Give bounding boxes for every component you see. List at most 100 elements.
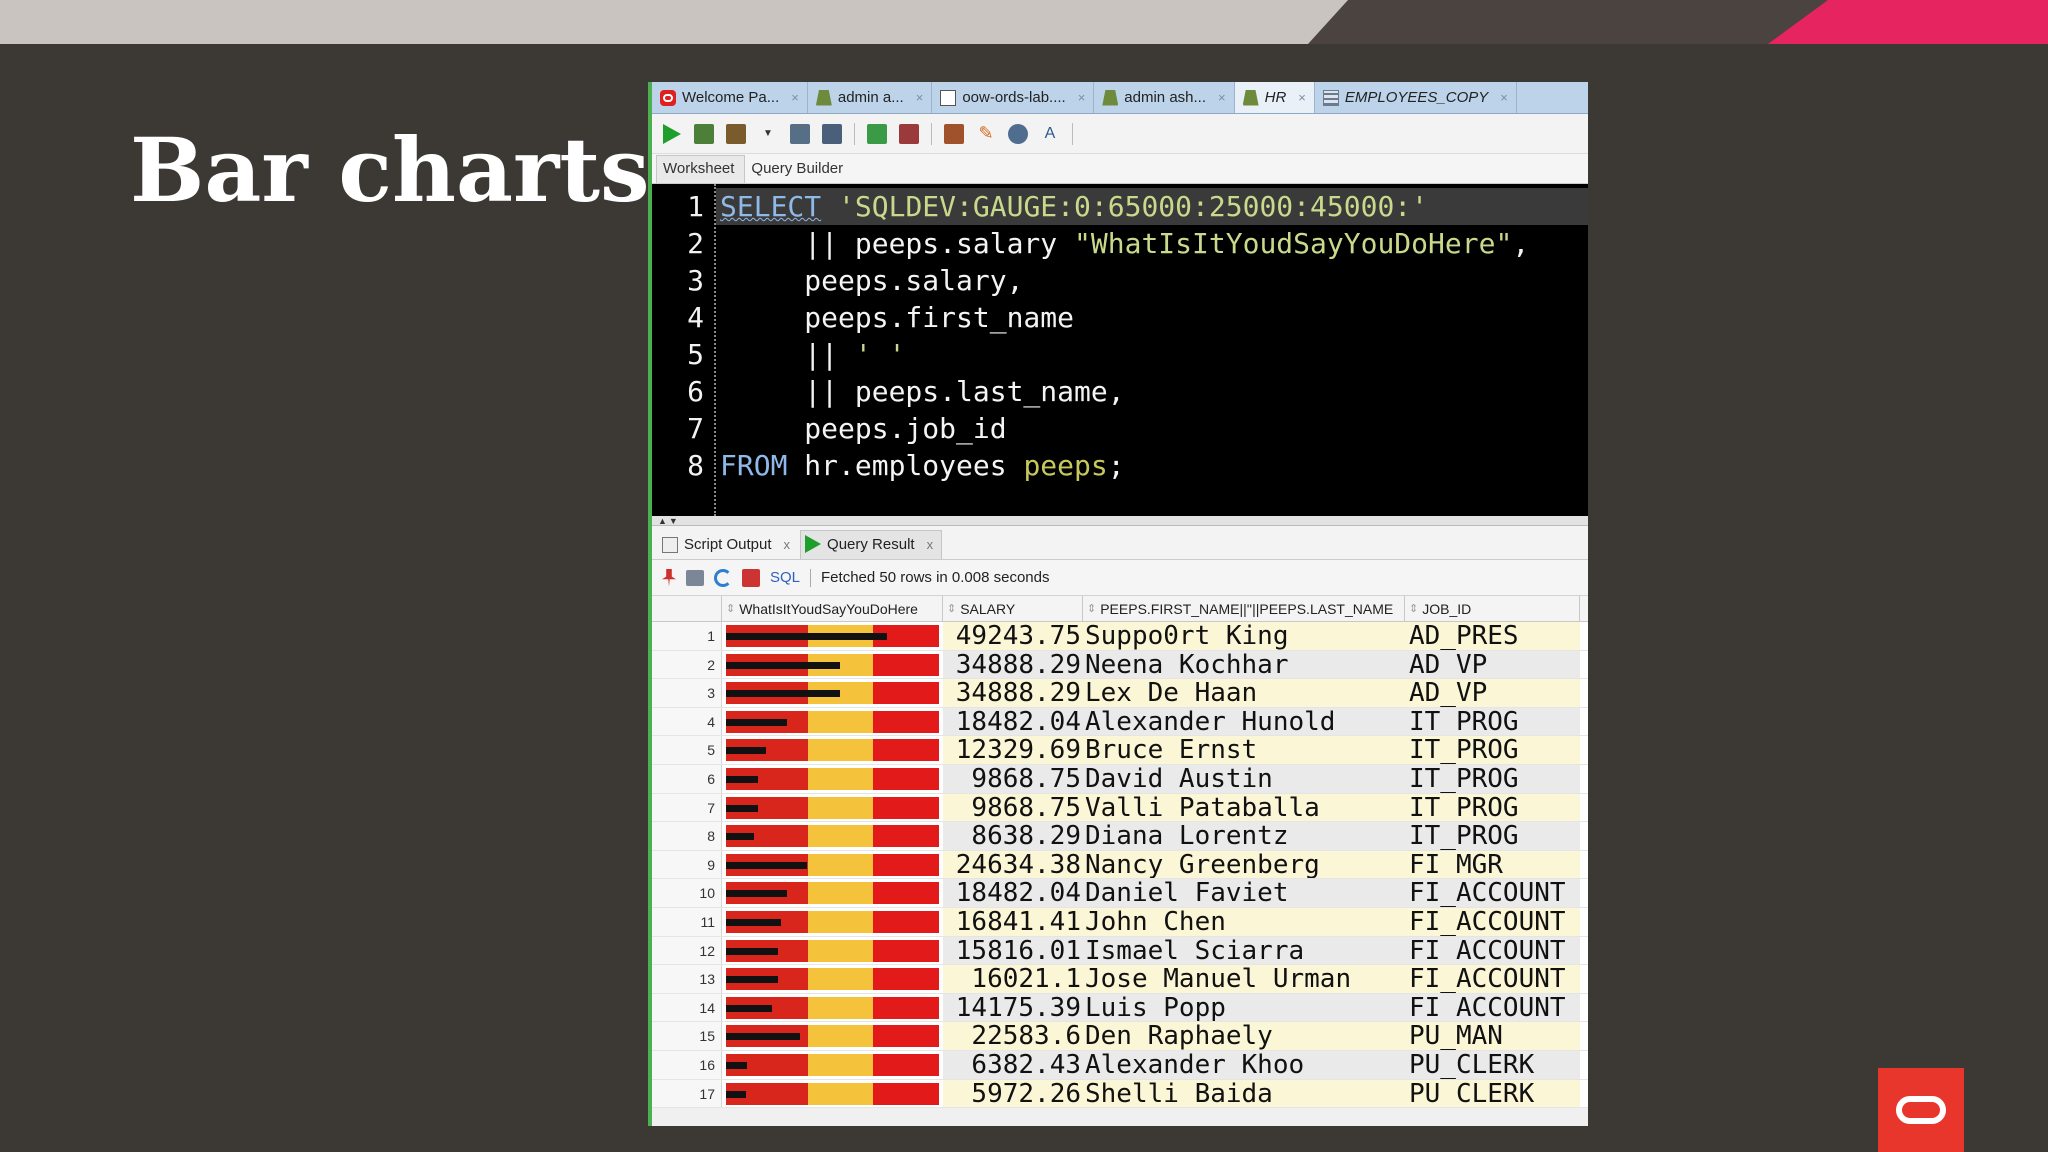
table-row[interactable]: 4 18482.04 Alexander Hunold IT_PROG xyxy=(652,707,1588,737)
salary-cell[interactable]: 9868.75 xyxy=(943,793,1083,822)
code-area[interactable]: SELECT 'SQLDEV:GAUGE:0:65000:25000:45000… xyxy=(716,184,1588,516)
column-header[interactable]: ⇕ JOB_ID xyxy=(1405,596,1580,621)
clear-button[interactable]: ✎ xyxy=(974,122,998,146)
salary-cell[interactable]: 18482.04 xyxy=(943,707,1083,736)
gauge-cell[interactable] xyxy=(722,764,943,793)
tab-script-output[interactable]: Script Output x xyxy=(658,532,798,559)
job-id-cell[interactable]: AD_PRES xyxy=(1405,622,1580,650)
name-cell[interactable]: Ismael Sciarra xyxy=(1083,936,1405,965)
row-number[interactable]: 12 xyxy=(652,936,722,965)
row-number[interactable]: 17 xyxy=(652,1079,722,1108)
table-row[interactable]: 15 22583.6 Den Raphaely PU_MAN xyxy=(652,1022,1588,1051)
job-id-cell[interactable]: PU_CLERK xyxy=(1405,1079,1580,1108)
salary-cell[interactable]: 34888.29 xyxy=(943,650,1083,679)
table-row[interactable]: 12 15816.01 Ismael Sciarra FI_ACCOUNT xyxy=(652,936,1588,966)
table-row[interactable]: 3 34888.29 Lex De Haan AD_VP xyxy=(652,679,1588,708)
tab-admin-ash[interactable]: admin ash... × xyxy=(1094,82,1235,113)
close-icon[interactable]: × xyxy=(916,90,924,105)
tab-query-result[interactable]: Query Result x xyxy=(800,530,943,559)
row-number[interactable]: 16 xyxy=(652,1050,722,1079)
collapse-arrows-icon[interactable]: ▲▼ xyxy=(658,516,680,526)
name-cell[interactable]: John Chen xyxy=(1083,907,1405,936)
table-row[interactable]: 7 9868.75 Valli Pataballa IT_PROG xyxy=(652,793,1588,823)
job-id-cell[interactable]: FI_MGR xyxy=(1405,850,1580,879)
table-row[interactable]: 14 14175.39 Luis Popp FI_ACCOUNT xyxy=(652,993,1588,1023)
format-button[interactable]: A xyxy=(1038,122,1062,146)
salary-cell[interactable]: 22583.6 xyxy=(943,1022,1083,1050)
job-id-cell[interactable]: IT_PROG xyxy=(1405,736,1580,764)
autotrace-button[interactable] xyxy=(724,122,748,146)
job-id-cell[interactable]: IT_PROG xyxy=(1405,793,1580,822)
gauge-cell[interactable] xyxy=(722,879,943,907)
name-cell[interactable]: David Austin xyxy=(1083,764,1405,793)
job-id-cell[interactable]: PU_MAN xyxy=(1405,1022,1580,1050)
gauge-cell[interactable] xyxy=(722,907,943,936)
commit-button[interactable] xyxy=(788,122,812,146)
row-number[interactable]: 7 xyxy=(652,793,722,822)
column-header[interactable]: ⇕ PEEPS.FIRST_NAME||''||PEEPS.LAST_NAME xyxy=(1083,596,1405,621)
tab-hr[interactable]: HR × xyxy=(1234,82,1315,113)
table-row[interactable]: 16 6382.43 Alexander Khoo PU_CLERK xyxy=(652,1050,1588,1080)
salary-cell[interactable]: 16841.41 xyxy=(943,907,1083,936)
gauge-cell[interactable] xyxy=(722,1022,943,1050)
table-row[interactable]: 13 16021.1 Jose Manuel Urman FI_ACCOUNT xyxy=(652,965,1588,994)
name-cell[interactable]: Valli Pataballa xyxy=(1083,793,1405,822)
tab-worksheet[interactable]: Worksheet xyxy=(656,155,746,183)
row-number[interactable]: 1 xyxy=(652,622,722,650)
row-number[interactable]: 4 xyxy=(652,707,722,736)
close-icon[interactable]: x xyxy=(784,537,791,552)
dropdown-button[interactable]: ▼ xyxy=(756,122,780,146)
row-number[interactable]: 6 xyxy=(652,764,722,793)
delete-icon[interactable] xyxy=(742,568,760,587)
gauge-cell[interactable] xyxy=(722,707,943,736)
column-header[interactable]: ⇕ WhatIsItYoudSayYouDoHere xyxy=(722,596,943,621)
gauge-cell[interactable] xyxy=(722,965,943,993)
table-row[interactable]: 6 9868.75 David Austin IT_PROG xyxy=(652,764,1588,794)
explain-plan-button[interactable] xyxy=(865,122,889,146)
column-header[interactable]: ⇕ SALARY xyxy=(943,596,1083,621)
row-number[interactable]: 10 xyxy=(652,879,722,907)
gauge-cell[interactable] xyxy=(722,736,943,764)
gauge-cell[interactable] xyxy=(722,793,943,822)
name-cell[interactable]: Shelli Baida xyxy=(1083,1079,1405,1108)
tab-oow-ords-lab[interactable]: oow-ords-lab.... × xyxy=(932,82,1095,113)
table-row[interactable]: 2 34888.29 Neena Kochhar AD_VP xyxy=(652,650,1588,680)
sql-button[interactable]: SQL xyxy=(770,569,800,586)
name-cell[interactable]: Lex De Haan xyxy=(1083,679,1405,707)
salary-cell[interactable]: 8638.29 xyxy=(943,822,1083,850)
salary-cell[interactable]: 24634.38 xyxy=(943,850,1083,879)
gauge-cell[interactable] xyxy=(722,1050,943,1079)
job-id-cell[interactable]: FI_ACCOUNT xyxy=(1405,993,1580,1022)
tab-query-builder[interactable]: Query Builder xyxy=(745,156,853,183)
gauge-cell[interactable] xyxy=(722,1079,943,1108)
row-number[interactable]: 2 xyxy=(652,650,722,679)
tab-welcome-page[interactable]: Welcome Pa... × xyxy=(652,82,808,113)
sql-tuning-button[interactable] xyxy=(897,122,921,146)
job-id-cell[interactable]: IT_PROG xyxy=(1405,764,1580,793)
row-number[interactable]: 11 xyxy=(652,907,722,936)
run-statement-button[interactable] xyxy=(660,122,684,146)
row-number[interactable]: 9 xyxy=(652,850,722,879)
table-row[interactable]: 8 8638.29 Diana Lorentz IT_PROG xyxy=(652,822,1588,851)
unshared-sql-button[interactable] xyxy=(942,122,966,146)
job-id-cell[interactable]: PU_CLERK xyxy=(1405,1050,1580,1079)
name-cell[interactable]: Suppo0rt King xyxy=(1083,622,1405,650)
close-icon[interactable]: × xyxy=(1298,90,1306,105)
close-icon[interactable]: x xyxy=(927,537,934,552)
salary-cell[interactable]: 34888.29 xyxy=(943,679,1083,707)
name-cell[interactable]: Alexander Hunold xyxy=(1083,707,1405,736)
name-cell[interactable]: Neena Kochhar xyxy=(1083,650,1405,679)
job-id-cell[interactable]: IT_PROG xyxy=(1405,822,1580,850)
job-id-cell[interactable]: FI_ACCOUNT xyxy=(1405,879,1580,907)
refresh-icon[interactable] xyxy=(714,568,732,587)
table-row[interactable]: 9 24634.38 Nancy Greenberg FI_MGR xyxy=(652,850,1588,880)
history-button[interactable] xyxy=(1006,122,1030,146)
close-icon[interactable]: × xyxy=(1078,90,1086,105)
name-cell[interactable]: Diana Lorentz xyxy=(1083,822,1405,850)
salary-cell[interactable]: 14175.39 xyxy=(943,993,1083,1022)
salary-cell[interactable]: 15816.01 xyxy=(943,936,1083,965)
close-icon[interactable]: × xyxy=(1218,90,1226,105)
rollback-button[interactable] xyxy=(820,122,844,146)
salary-cell[interactable]: 49243.75 xyxy=(943,622,1083,650)
name-cell[interactable]: Jose Manuel Urman xyxy=(1083,965,1405,993)
